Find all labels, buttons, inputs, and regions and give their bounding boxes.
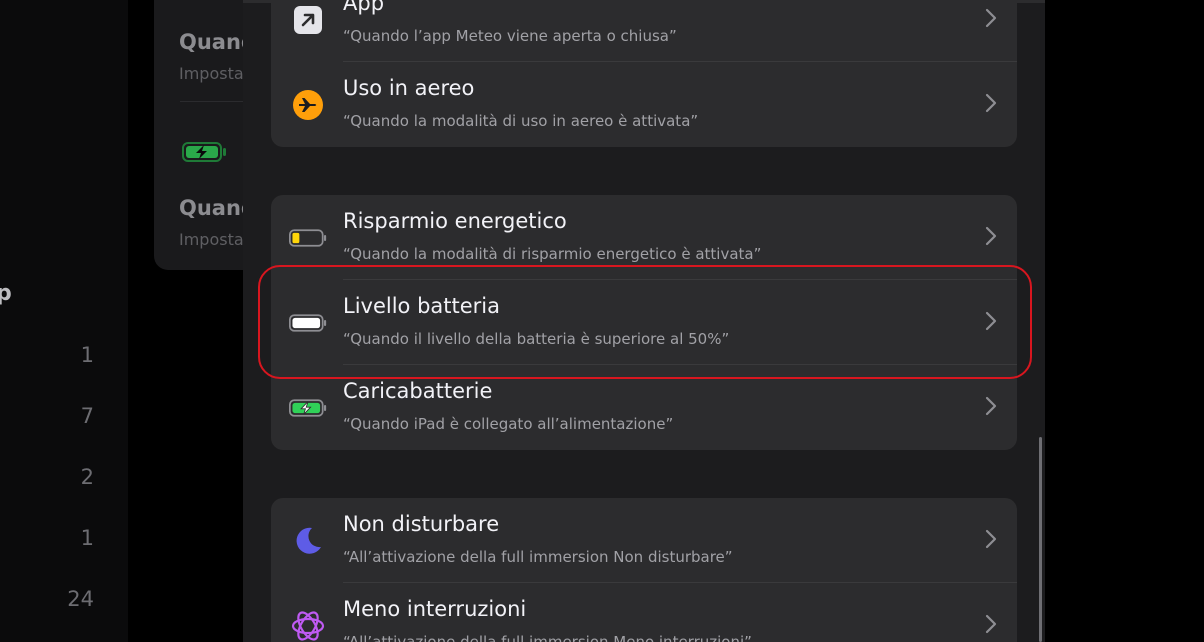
background-card-subtitle: Imposta — [179, 64, 244, 83]
trigger-title: App — [343, 0, 385, 15]
trigger-group-focus: Non disturbare “All’attivazione della fu… — [271, 498, 1017, 642]
trigger-title: Non disturbare — [343, 512, 500, 536]
scrollbar[interactable] — [1039, 437, 1042, 642]
trigger-group-battery: Risparmio energetico “Quando la modalità… — [271, 195, 1017, 450]
reduce-interruptions-icon — [289, 607, 327, 642]
chevron-right-icon — [985, 614, 997, 634]
chevron-right-icon — [985, 311, 997, 331]
trigger-title: Meno interruzioni — [343, 597, 527, 621]
battery-charging-icon — [182, 141, 228, 167]
background-card-subtitle: Imposta — [179, 230, 244, 249]
trigger-group-app: App “Quando l’app Meteo viene aperta o c… — [271, 0, 1017, 147]
chevron-right-icon — [985, 93, 997, 113]
battery-charging-icon — [289, 389, 327, 427]
background-number: 1 — [80, 526, 94, 550]
airplane-icon — [289, 86, 327, 124]
background-number: 24 — [67, 587, 94, 611]
background-number: 7 — [80, 404, 94, 428]
trigger-subtitle: “All’attivazione della full immersion Me… — [343, 633, 752, 642]
trigger-row-battery-level[interactable]: Livello batteria “Quando il livello dell… — [271, 280, 1017, 365]
moon-icon — [289, 522, 327, 560]
chevron-right-icon — [985, 226, 997, 246]
trigger-title: Livello batteria — [343, 294, 500, 318]
trigger-subtitle: “Quando iPad è collegato all’alimentazio… — [343, 415, 674, 433]
trigger-row-reduce-interruptions[interactable]: Meno interruzioni “All’attivazione della… — [271, 583, 1017, 642]
trigger-selection-sheet: App “Quando l’app Meteo viene aperta o c… — [243, 0, 1045, 642]
background-letter: p — [0, 281, 12, 306]
trigger-title: Uso in aereo — [343, 76, 475, 100]
trigger-row-charger[interactable]: Caricabatterie “Quando iPad è collegato … — [271, 365, 1017, 450]
background-divider — [180, 101, 250, 102]
trigger-row-low-power-mode[interactable]: Risparmio energetico “Quando la modalità… — [271, 195, 1017, 280]
screen: Quand Imposta Quand Imposta p 1 7 2 1 24 — [0, 0, 1204, 642]
trigger-row-do-not-disturb[interactable]: Non disturbare “All’attivazione della fu… — [271, 498, 1017, 583]
trigger-row-app[interactable]: App “Quando l’app Meteo viene aperta o c… — [271, 0, 1017, 62]
battery-full-icon — [289, 304, 327, 342]
chevron-right-icon — [985, 529, 997, 549]
chevron-right-icon — [985, 8, 997, 28]
trigger-subtitle: “Quando il livello della batteria è supe… — [343, 330, 730, 348]
trigger-title: Caricabatterie — [343, 379, 493, 403]
trigger-subtitle: “All’attivazione della full immersion No… — [343, 548, 733, 566]
chevron-right-icon — [985, 396, 997, 416]
trigger-title: Risparmio energetico — [343, 209, 567, 233]
background-number: 1 — [80, 343, 94, 367]
arrow-up-right-icon — [289, 1, 327, 39]
trigger-subtitle: “Quando la modalità di risparmio energet… — [343, 245, 762, 263]
trigger-row-airplane-mode[interactable]: Uso in aereo “Quando la modalità di uso … — [271, 62, 1017, 147]
background-number: 2 — [80, 465, 94, 489]
background-sidebar — [0, 0, 128, 642]
battery-low-icon — [289, 219, 327, 257]
trigger-subtitle: “Quando l’app Meteo viene aperta o chius… — [343, 27, 677, 45]
trigger-subtitle: “Quando la modalità di uso in aereo è at… — [343, 112, 699, 130]
